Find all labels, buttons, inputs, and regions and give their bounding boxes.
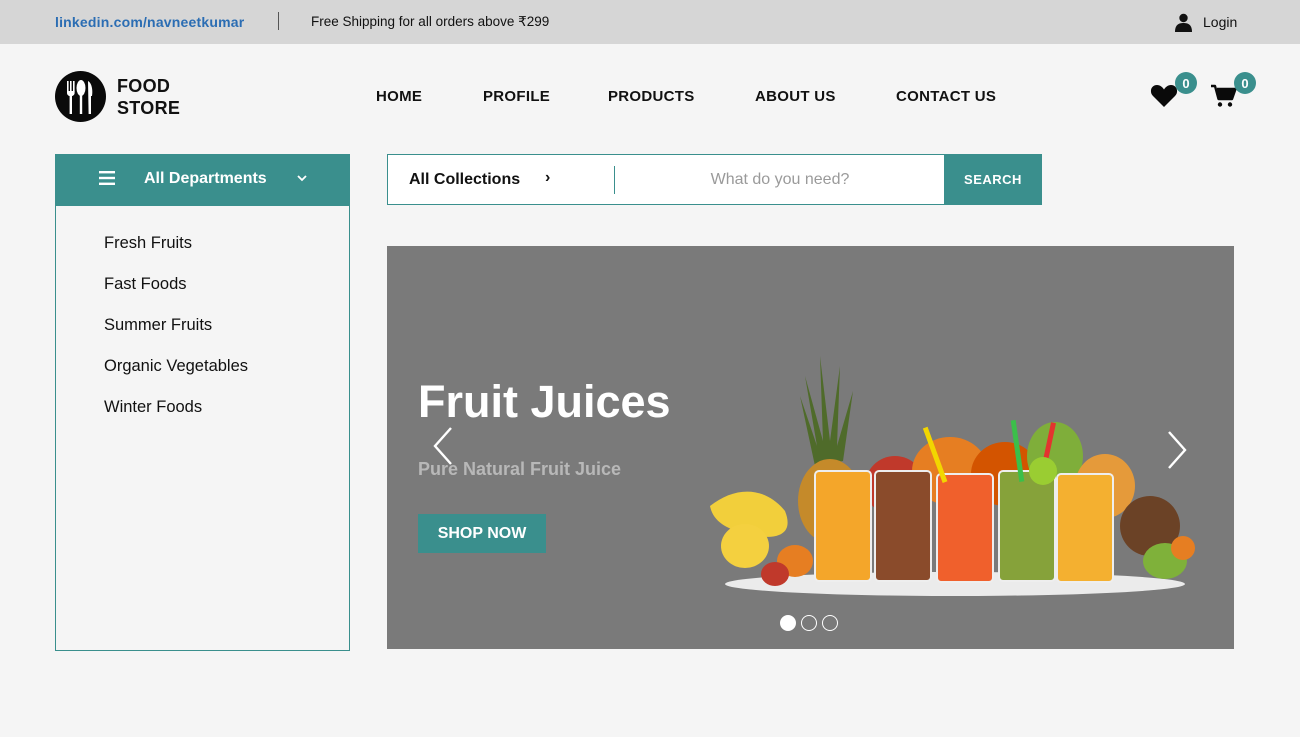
department-item[interactable]: Winter Foods	[56, 398, 349, 439]
cart-count-badge: 0	[1234, 72, 1256, 94]
cart-icon	[1211, 84, 1237, 107]
fruit-juices-image	[710, 356, 1195, 596]
heart-icon	[1150, 85, 1178, 107]
department-item[interactable]: Summer Fruits	[56, 316, 349, 357]
wishlist-count-badge: 0	[1175, 72, 1197, 94]
collections-dropdown[interactable]: All Collections ›	[388, 155, 614, 204]
search-divider	[614, 166, 615, 194]
carousel-dot-2[interactable]	[801, 615, 817, 631]
hero-title: Fruit Juices	[418, 376, 671, 427]
chevron-left-icon[interactable]	[431, 426, 455, 466]
nav-home[interactable]: HOME	[376, 88, 422, 105]
chevron-right-icon[interactable]	[1165, 430, 1189, 470]
department-item[interactable]: Fast Foods	[56, 275, 349, 316]
login-label: Login	[1203, 14, 1238, 30]
nav-about-us[interactable]: ABOUT US	[755, 88, 836, 105]
pineapple-leaves	[800, 356, 853, 466]
shipping-notice: Free Shipping for all orders above ₹299	[311, 14, 550, 29]
logo-line-2: STORE	[117, 97, 181, 118]
carousel-dot-1[interactable]	[780, 615, 796, 631]
department-item[interactable]: Fresh Fruits	[56, 234, 349, 275]
collections-label: All Collections	[409, 171, 521, 188]
cutlery-icon	[55, 71, 106, 122]
hero-banner: Fruit Juices Pure Natural Fruit Juice SH…	[387, 246, 1234, 649]
linkedin-link[interactable]: linkedin.com/navneetkumar	[55, 14, 244, 30]
top-bar-divider	[278, 12, 279, 30]
nav-profile[interactable]: PROFILE	[483, 88, 550, 105]
search-button[interactable]: SEARCH	[944, 154, 1042, 205]
shop-now-button[interactable]: SHOP NOW	[418, 514, 546, 553]
site-logo[interactable]: FOOD STORE	[55, 71, 180, 122]
chevron-down-icon	[297, 175, 307, 182]
all-departments-label: All Departments	[144, 170, 267, 187]
chevron-right-icon: ›	[545, 169, 551, 186]
nav-products[interactable]: PRODUCTS	[608, 88, 695, 105]
department-list: Fresh Fruits Fast Foods Summer Fruits Or…	[55, 205, 350, 651]
department-item[interactable]: Organic Vegetables	[56, 357, 349, 398]
top-bar: linkedin.com/navneetkumar Free Shipping …	[0, 0, 1300, 44]
search-input[interactable]	[620, 157, 940, 202]
logo-line-1: FOOD	[117, 75, 171, 96]
all-departments-toggle[interactable]: All Departments	[55, 154, 350, 205]
nav-contact-us[interactable]: CONTACT US	[896, 88, 996, 105]
menu-icon	[99, 171, 115, 185]
carousel-dot-3[interactable]	[822, 615, 838, 631]
carousel-dots	[780, 615, 838, 631]
login-button[interactable]: Login	[1174, 11, 1237, 33]
user-icon	[1175, 13, 1192, 32]
search-bar: All Collections › SEARCH	[387, 154, 1042, 205]
